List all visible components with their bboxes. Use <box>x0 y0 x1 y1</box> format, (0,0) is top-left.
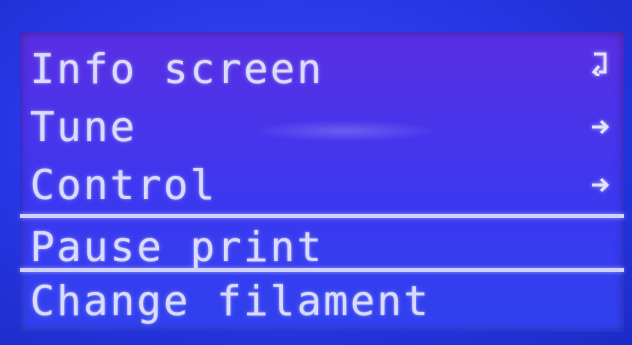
lcd-display: Info screen Tune Control Pause print Cha… <box>0 0 632 345</box>
menu-item-control[interactable]: Control <box>20 158 624 212</box>
menu-item-label: Pause print <box>30 223 324 271</box>
menu-item-change-filament[interactable]: Change filament <box>20 274 624 328</box>
menu-item-label: Info screen <box>30 45 324 93</box>
back-arrow-icon <box>591 52 607 76</box>
submenu-arrow-icon <box>592 177 610 193</box>
menu-item-pause-print[interactable]: Pause print <box>20 220 624 274</box>
selection-top-border <box>20 214 624 218</box>
menu-item-label: Control <box>30 161 217 209</box>
selection-bottom-border <box>20 268 624 272</box>
menu-item-tune[interactable]: Tune <box>20 100 624 154</box>
menu-item-label: Change filament <box>30 277 431 325</box>
menu-item-info-screen[interactable]: Info screen <box>20 42 624 96</box>
lcd-screen: Info screen Tune Control Pause print Cha… <box>20 32 624 332</box>
menu-item-label: Tune <box>30 103 137 151</box>
submenu-arrow-icon <box>592 119 610 135</box>
